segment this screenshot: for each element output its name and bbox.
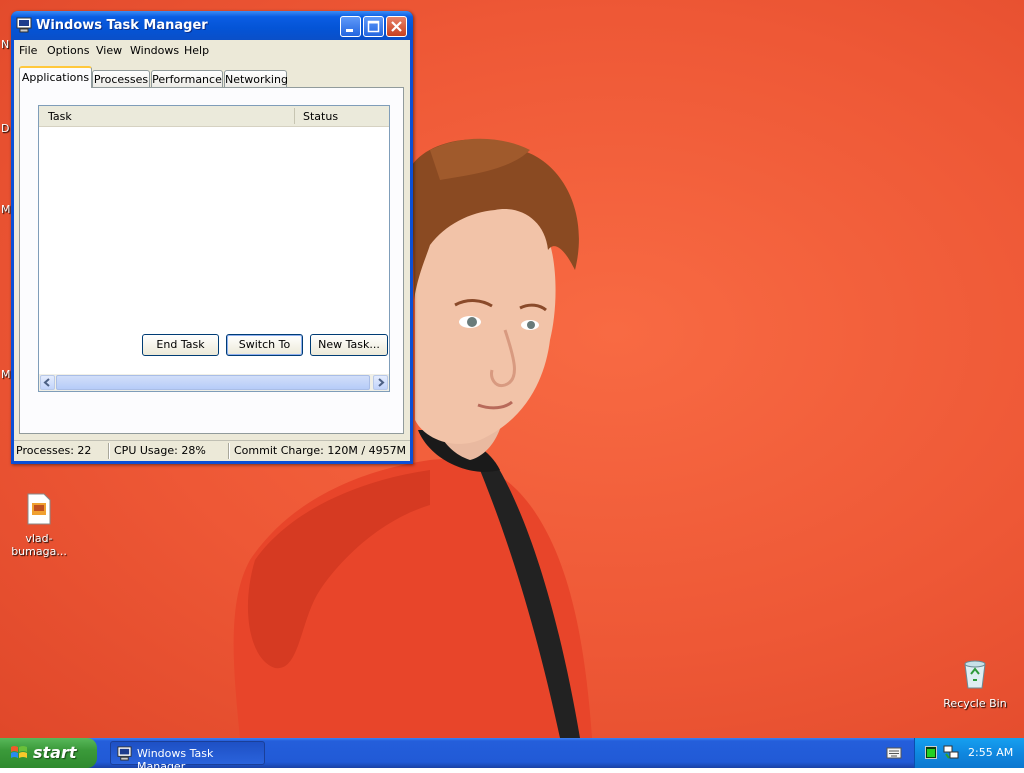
task-list-header: Task Status <box>39 106 389 127</box>
arrow-right-icon <box>378 378 385 387</box>
menu-file[interactable]: File <box>19 44 37 57</box>
title-bar[interactable]: Windows Task Manager <box>11 11 413 40</box>
scroll-right-button[interactable] <box>373 375 388 390</box>
tab-performance[interactable]: Performance <box>151 70 223 87</box>
image-file-icon <box>27 493 51 525</box>
column-separator[interactable] <box>294 108 295 124</box>
switch-to-button[interactable]: Switch To <box>226 334 303 356</box>
start-button[interactable]: start <box>0 738 97 768</box>
menu-windows[interactable]: Windows <box>130 44 179 57</box>
task-manager-icon <box>117 746 132 761</box>
maximize-icon <box>367 20 380 33</box>
windows-logo-icon <box>11 746 27 758</box>
minimize-button[interactable] <box>340 16 361 37</box>
desktop-edge-letter: D <box>1 122 10 135</box>
menu-view[interactable]: View <box>96 44 122 57</box>
status-cpu-usage: CPU Usage: 28% <box>114 444 206 457</box>
close-button[interactable] <box>386 16 407 37</box>
menu-help[interactable]: Help <box>184 44 209 57</box>
desktop-edge-letter: M <box>1 368 11 381</box>
desktop-edge-letter: M <box>1 203 11 216</box>
clock[interactable]: 2:55 AM <box>968 746 1013 759</box>
window-title: Windows Task Manager <box>36 18 208 33</box>
start-label: start <box>33 743 77 762</box>
window-client-area: File Options View Windows Help Applicati… <box>14 40 410 461</box>
menu-bar: File Options View Windows Help <box>14 40 410 60</box>
close-icon <box>391 21 402 32</box>
status-bar: Processes: 22 CPU Usage: 28% Commit Char… <box>14 440 410 461</box>
desktop-edge-letter: N <box>1 38 10 51</box>
task-manager-tray-icon[interactable] <box>925 746 937 759</box>
taskbar-item-label: Windows Task Manager <box>137 747 214 773</box>
desktop-icon-image-file[interactable]: vlad-bumaga... <box>0 493 78 558</box>
maximize-button[interactable] <box>363 16 384 37</box>
taskbar: start Windows Task Manager 2:55 AM <box>0 738 1024 773</box>
desktop-icon-label: Recycle Bin <box>943 697 1007 710</box>
new-task-button[interactable]: New Task... <box>310 334 388 356</box>
status-separator <box>108 443 109 459</box>
applications-panel: Task Status <box>19 87 404 434</box>
tab-strip: Applications Processes Performance Netwo… <box>19 66 410 88</box>
network-icon[interactable] <box>943 745 959 760</box>
scroll-left-button[interactable] <box>40 375 55 390</box>
horizontal-scrollbar[interactable] <box>39 374 389 391</box>
status-commit-charge: Commit Charge: 120M / 4957M <box>234 444 407 457</box>
end-task-button[interactable]: End Task <box>142 334 219 356</box>
system-tray: 2:55 AM <box>914 738 1024 768</box>
keyboard-icon[interactable] <box>886 746 902 760</box>
task-manager-window: Windows Task Manager File Options View W… <box>11 11 413 464</box>
tab-applications[interactable]: Applications <box>19 66 92 88</box>
scroll-thumb[interactable] <box>56 375 370 390</box>
arrow-left-icon <box>43 378 50 387</box>
column-header-task[interactable]: Task <box>48 110 72 123</box>
status-processes: Processes: 22 <box>16 444 92 457</box>
tab-networking[interactable]: Networking <box>224 70 288 87</box>
menu-options[interactable]: Options <box>47 44 89 57</box>
minimize-icon <box>346 29 353 32</box>
column-header-status[interactable]: Status <box>303 110 338 123</box>
desktop-icon-label: vlad-bumaga... <box>11 532 67 558</box>
tab-processes[interactable]: Processes <box>92 70 150 87</box>
taskbar-item-task-manager[interactable]: Windows Task Manager <box>110 741 265 773</box>
status-separator <box>228 443 229 459</box>
desktop-icon-recycle-bin[interactable]: Recycle Bin <box>940 658 1010 710</box>
recycle-bin-icon <box>964 660 986 689</box>
task-manager-icon <box>16 17 32 33</box>
